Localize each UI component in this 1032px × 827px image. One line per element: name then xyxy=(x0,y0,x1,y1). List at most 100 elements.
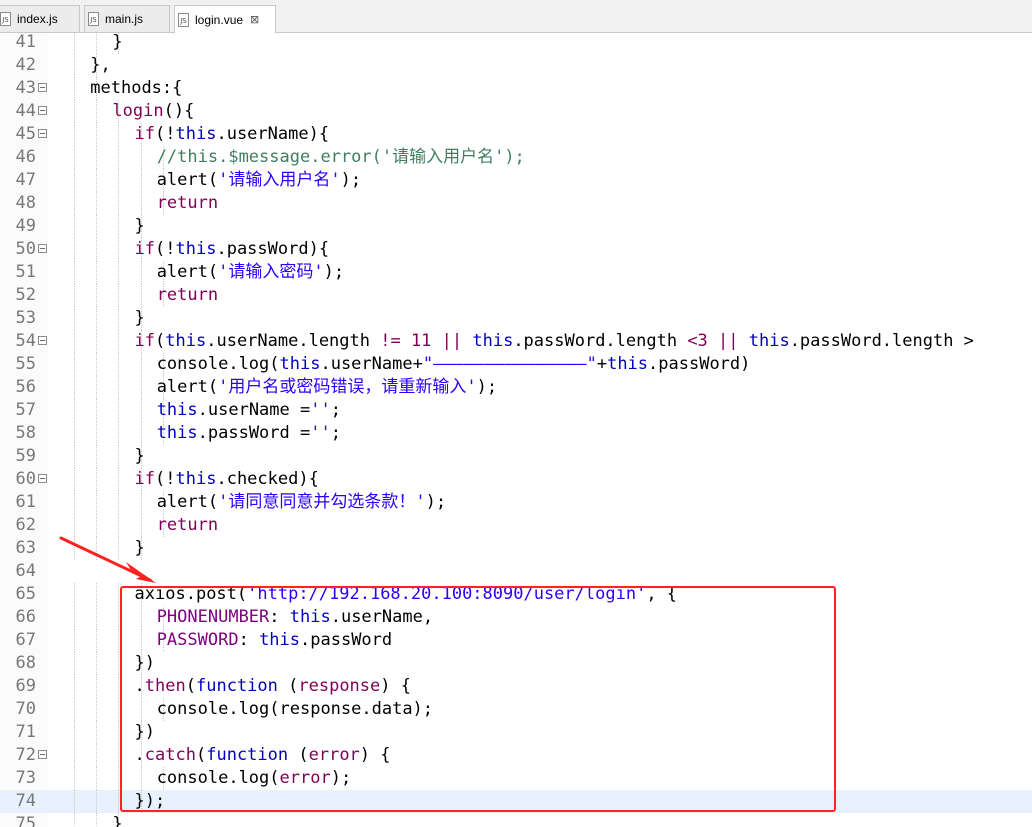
code-text[interactable]: } xyxy=(135,307,145,330)
code-line[interactable]: 56 alert('用户名或密码错误，请重新输入'); xyxy=(0,376,1032,399)
code-text[interactable]: }, xyxy=(90,54,110,77)
line-number: 60 xyxy=(15,469,36,489)
code-line[interactable]: 61 alert('请同意同意并勾选条款！'); xyxy=(0,491,1032,514)
code-text[interactable]: methods:{ xyxy=(90,77,182,100)
code-line[interactable]: 45 if(!this.userName){ xyxy=(0,123,1032,146)
line-number: 66 xyxy=(15,607,36,627)
code-token: if xyxy=(134,239,156,259)
code-token: } xyxy=(134,446,145,466)
code-text[interactable]: return xyxy=(157,192,218,215)
line-number: 75 xyxy=(15,814,36,827)
code-text[interactable]: if(!this.userName){ xyxy=(135,123,330,146)
line-number: 67 xyxy=(15,630,36,650)
code-text[interactable]: if(!this.checked){ xyxy=(135,468,319,491)
tab-index-js[interactable]: JS index.js xyxy=(0,5,80,32)
code-line[interactable]: 49} xyxy=(0,215,1032,238)
code-text[interactable]: } xyxy=(112,33,122,54)
code-line[interactable]: 57 this.userName =''; xyxy=(0,399,1032,422)
indent-guide xyxy=(74,629,76,652)
code-line[interactable]: 48 return xyxy=(0,192,1032,215)
indent-guide xyxy=(140,261,143,284)
code-text[interactable]: return xyxy=(157,514,218,537)
code-text[interactable]: alert('请输入密码'); xyxy=(157,261,344,284)
fold-collapse-icon[interactable] xyxy=(38,244,47,253)
code-line[interactable]: 75} xyxy=(0,813,1032,827)
code-text[interactable]: } xyxy=(135,445,145,468)
code-text[interactable]: alert('请输入用户名'); xyxy=(157,169,361,192)
indent-guide xyxy=(118,537,120,560)
code-token: '' xyxy=(310,423,331,443)
code-token: this xyxy=(279,354,321,374)
code-token: } xyxy=(112,33,123,52)
code-line[interactable]: 54 if(this.userName.length != 11 || this.… xyxy=(0,330,1032,353)
code-line[interactable]: 53} xyxy=(0,307,1032,330)
fold-collapse-icon[interactable] xyxy=(38,336,47,345)
fold-collapse-icon[interactable] xyxy=(38,106,47,115)
code-token: this xyxy=(175,239,217,259)
code-text[interactable]: return xyxy=(157,284,218,307)
indent-guide xyxy=(74,307,76,330)
code-text[interactable]: } xyxy=(135,215,145,238)
code-token: return xyxy=(156,193,219,213)
code-text[interactable]: if(!this.passWord){ xyxy=(135,238,330,261)
indent-guide xyxy=(96,100,98,123)
indent-guide xyxy=(140,376,143,399)
code-line[interactable]: 60 if(!this.checked){ xyxy=(0,468,1032,491)
line-number: 63 xyxy=(15,538,36,558)
code-line[interactable]: 52 return xyxy=(0,284,1032,307)
code-line[interactable]: 42}, xyxy=(0,54,1032,77)
line-number: 41 xyxy=(15,33,36,52)
indent-guide xyxy=(74,284,76,307)
code-line[interactable]: 46 //this.$message.error('请输入用户名'); xyxy=(0,146,1032,169)
code-token: ; xyxy=(330,423,341,443)
code-line[interactable]: 55 console.log(this.userName+"———————————… xyxy=(0,353,1032,376)
fold-collapse-icon[interactable] xyxy=(38,750,47,759)
line-number: 46 xyxy=(15,147,36,167)
code-text[interactable]: login(){ xyxy=(112,100,194,123)
code-line[interactable]: 47 alert('请输入用户名'); xyxy=(0,169,1032,192)
code-line[interactable]: 41} xyxy=(0,33,1032,54)
code-text[interactable]: } xyxy=(135,537,145,560)
fold-collapse-icon[interactable] xyxy=(38,474,47,483)
code-token: '请输入密码' xyxy=(218,262,324,282)
indent-guide xyxy=(118,146,120,169)
tab-main-js[interactable]: JS main.js xyxy=(84,5,170,32)
code-line[interactable]: 50 if(!this.passWord){ xyxy=(0,238,1032,261)
code-text[interactable]: //this.$message.error('请输入用户名'); xyxy=(157,146,525,169)
indent-guide xyxy=(96,514,98,537)
code-line[interactable]: 64 xyxy=(0,560,1032,583)
line-number: 53 xyxy=(15,308,36,328)
code-line[interactable]: 59} xyxy=(0,445,1032,468)
indent-guide xyxy=(74,422,76,445)
code-line[interactable]: 44 login(){ xyxy=(0,100,1032,123)
code-text[interactable]: alert('请同意同意并勾选条款！'); xyxy=(157,491,446,514)
indent-guide xyxy=(96,376,98,399)
indent-guide xyxy=(74,123,76,146)
fold-collapse-icon[interactable] xyxy=(38,83,47,92)
code-text[interactable]: this.userName =''; xyxy=(157,399,341,422)
code-text[interactable]: console.log(this.userName+"—————————————… xyxy=(157,353,751,376)
code-line[interactable]: 43 methods:{ xyxy=(0,77,1032,100)
indent-guide xyxy=(118,353,120,376)
indent-guide xyxy=(118,330,120,353)
indent-guide xyxy=(74,77,76,100)
close-tab-icon[interactable]: ⊠ xyxy=(250,13,259,26)
code-line[interactable]: 51 alert('请输入密码'); xyxy=(0,261,1032,284)
code-text[interactable]: this.passWord =''; xyxy=(157,422,341,445)
code-line[interactable]: 58 this.passWord =''; xyxy=(0,422,1032,445)
code-text[interactable]: } xyxy=(112,813,122,827)
indent-guide xyxy=(96,238,98,261)
indent-guide xyxy=(96,813,98,827)
indent-guide xyxy=(74,169,76,192)
code-token: '请输入用户名' xyxy=(218,170,341,190)
tab-login-vue[interactable]: JS login.vue ⊠ xyxy=(174,5,276,33)
code-line[interactable]: 62 return xyxy=(0,514,1032,537)
indent-guide xyxy=(74,514,76,537)
indent-guide xyxy=(118,376,120,399)
code-text[interactable]: if(this.userName.length != 11 || this.pa… xyxy=(135,330,974,353)
fold-collapse-icon[interactable] xyxy=(38,129,47,138)
code-line[interactable]: 63} xyxy=(0,537,1032,560)
indent-guide xyxy=(74,100,76,123)
code-text[interactable]: alert('用户名或密码错误，请重新输入'); xyxy=(157,376,497,399)
indent-guide xyxy=(74,376,76,399)
